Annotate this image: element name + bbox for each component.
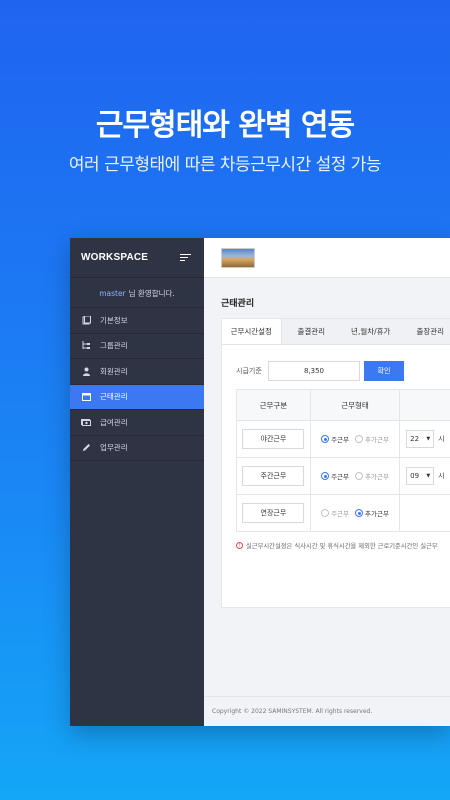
empty-cell bbox=[399, 494, 450, 532]
table-row: 주간근무 주근무 추가근무 09 ▼ 시 bbox=[236, 457, 450, 495]
sidebar-item-label: 업무관리 bbox=[100, 443, 128, 453]
tree-icon bbox=[81, 341, 91, 351]
radio-main-work[interactable]: 주근무 bbox=[321, 508, 349, 518]
hour-value: 22 bbox=[410, 435, 420, 443]
pencil-icon bbox=[81, 443, 91, 453]
radio-main-work[interactable]: 주근무 bbox=[321, 434, 349, 444]
wage-row: 시급기준 8,350 확인 bbox=[236, 361, 404, 381]
welcome-message: master 님 환영합니다. bbox=[70, 278, 204, 308]
radio-extra-work[interactable]: 추가근무 bbox=[355, 471, 389, 481]
hour-unit: 시 bbox=[438, 435, 445, 443]
table-row: 연장근무 주근무 추가근무 bbox=[236, 494, 450, 532]
hour-field: 22 ▼ 시 bbox=[400, 430, 450, 448]
calendar-icon bbox=[81, 392, 91, 402]
sidebar-item-label: 그룹관리 bbox=[100, 341, 128, 351]
page-title: 근태관리 bbox=[221, 299, 255, 309]
tab-bar: 근무시간설정 출결관리 년,월차/휴가 출장관리 bbox=[222, 319, 450, 345]
sidebar-item-attendance[interactable]: 근태관리 bbox=[70, 384, 204, 410]
tab-work-hours[interactable]: 근무시간설정 bbox=[222, 319, 282, 344]
sidebar-item-label: 회원관리 bbox=[100, 366, 128, 376]
app-window: WORKSPACE master 님 환영합니다. 기본정보 그룹관리 회원관리… bbox=[70, 238, 450, 726]
table-row: 야간근무 주근무 추가근무 22 ▼ 시 bbox=[236, 420, 450, 458]
notice-text: 실근무시간설정은 식사시간 및 휴식시간을 제외한 근로기준시간인 실근무 bbox=[246, 543, 438, 550]
welcome-user: master bbox=[99, 289, 126, 298]
sidebar-item-group[interactable]: 그룹관리 bbox=[70, 334, 204, 359]
radio-group: 주근무 추가근무 bbox=[311, 508, 399, 518]
wage-label: 시급기준 bbox=[236, 367, 262, 375]
hour-field: 09 ▼ 시 bbox=[400, 467, 450, 485]
sidebar-menu: 기본정보 그룹관리 회원관리 근태관리 급여관리 업무관리 bbox=[70, 308, 204, 461]
hour-value: 09 bbox=[410, 472, 420, 480]
table-header: 근무구분 bbox=[236, 389, 311, 421]
tab-business-trip[interactable]: 출장관리 bbox=[401, 319, 450, 344]
tab-leave[interactable]: 년,월차/휴가 bbox=[341, 319, 400, 344]
radio-label: 주근무 bbox=[331, 436, 350, 444]
radio-checked-icon bbox=[355, 509, 364, 517]
table-header-empty bbox=[399, 389, 450, 421]
footer: Copyright © 2022 SAMINSYSTEM. All rights… bbox=[204, 696, 450, 726]
radio-label: 추가근무 bbox=[365, 473, 389, 481]
caret-down-icon: ▼ bbox=[426, 436, 431, 442]
hour-select[interactable]: 22 ▼ bbox=[406, 430, 435, 448]
warning-icon: ! bbox=[236, 542, 243, 549]
sidebar-item-tasks[interactable]: 업무관리 bbox=[70, 436, 204, 461]
work-type-table: 근무구분 근무형태 야간근무 주근무 추가근무 22 ▼ 시 주간근무 주근무 … bbox=[236, 389, 450, 532]
hourly-wage-input[interactable]: 8,350 bbox=[268, 361, 360, 381]
hour-select[interactable]: 09 ▼ bbox=[406, 467, 435, 485]
radio-unchecked-icon bbox=[355, 472, 364, 480]
work-type-box: 야간근무 bbox=[242, 429, 305, 449]
radio-group: 주근무 추가근무 bbox=[311, 471, 399, 481]
caret-down-icon: ▼ bbox=[426, 473, 431, 479]
radio-label: 추가근무 bbox=[365, 510, 389, 518]
welcome-text: 님 환영합니다. bbox=[128, 289, 175, 298]
sidebar-item-label: 기본정보 bbox=[100, 315, 128, 325]
book-icon bbox=[81, 315, 91, 325]
radio-checked-icon bbox=[321, 472, 330, 480]
subline: 여러 근무형태에 따른 차등근무시간 설정 가능 bbox=[68, 155, 382, 175]
radio-group: 주근무 추가근무 bbox=[311, 434, 399, 444]
table-header: 근무형태 bbox=[309, 389, 401, 421]
sidebar: WORKSPACE master 님 환영합니다. 기본정보 그룹관리 회원관리… bbox=[70, 238, 204, 726]
radio-label: 추가근무 bbox=[365, 436, 389, 444]
radio-unchecked-icon bbox=[355, 435, 364, 443]
radio-extra-work[interactable]: 추가근무 bbox=[355, 508, 389, 518]
sidebar-item-label: 급여관리 bbox=[100, 417, 128, 427]
hour-unit: 시 bbox=[438, 472, 445, 480]
user-icon bbox=[81, 366, 91, 376]
sidebar-item-basic-info[interactable]: 기본정보 bbox=[70, 308, 204, 334]
menu-toggle-icon[interactable] bbox=[180, 253, 192, 262]
radio-extra-work[interactable]: 추가근무 bbox=[355, 434, 389, 444]
confirm-button[interactable]: 확인 bbox=[364, 361, 404, 381]
landscape-thumbnail bbox=[221, 247, 255, 268]
main-content: 근태관리 근무시간설정 출결관리 년,월차/휴가 출장관리 시급기준 8,350… bbox=[204, 238, 450, 726]
work-type-box: 연장근무 bbox=[242, 503, 305, 523]
notice-text-row: ! 실근무시간설정은 식사시간 및 휴식시간을 제외한 근로기준시간인 실근무 bbox=[236, 541, 438, 550]
table-header-row: 근무구분 근무형태 bbox=[236, 389, 450, 421]
work-type-box: 주간근무 bbox=[242, 466, 305, 486]
radio-label: 주근무 bbox=[331, 510, 350, 518]
settings-panel: 근무시간설정 출결관리 년,월차/휴가 출장관리 시급기준 8,350 확인 근… bbox=[221, 318, 450, 608]
workspace-title: WORKSPACE bbox=[81, 252, 149, 263]
radio-main-work[interactable]: 주근무 bbox=[321, 471, 349, 481]
radio-label: 주근무 bbox=[331, 473, 350, 481]
sidebar-item-label: 근태관리 bbox=[100, 392, 128, 402]
sidebar-item-payroll[interactable]: 급여관리 bbox=[70, 410, 204, 436]
tab-attendance[interactable]: 출결관리 bbox=[282, 319, 341, 344]
money-icon bbox=[81, 417, 91, 427]
radio-checked-icon bbox=[321, 435, 330, 443]
headline: 근무형태와 완벽 연동 bbox=[95, 108, 355, 143]
workspace-header: WORKSPACE bbox=[70, 238, 204, 278]
radio-unchecked-icon bbox=[321, 509, 330, 517]
top-bar bbox=[204, 238, 450, 278]
sidebar-item-members[interactable]: 회원관리 bbox=[70, 359, 204, 385]
